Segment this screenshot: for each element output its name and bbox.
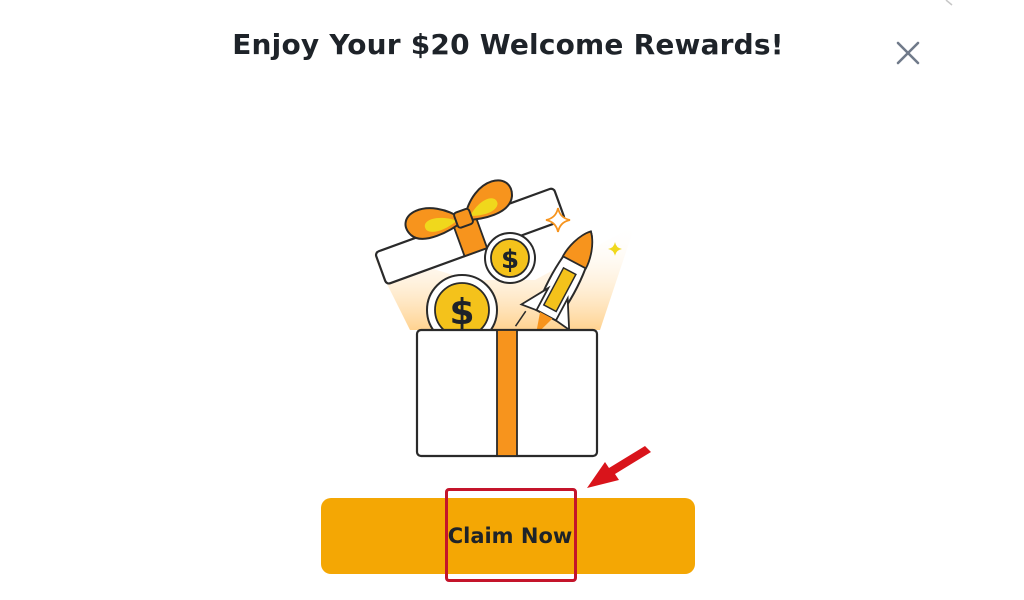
- corner-mark: [945, 0, 953, 6]
- gift-box: [415, 328, 599, 458]
- claim-now-button[interactable]: Claim Now: [321, 498, 695, 574]
- close-button[interactable]: [890, 35, 926, 71]
- dollar-coin-icon: $: [484, 232, 536, 284]
- close-icon[interactable]: [890, 35, 926, 71]
- svg-text:$: $: [449, 292, 474, 333]
- claim-now-label: Claim Now: [447, 524, 573, 548]
- welcome-rewards-dialog: Enjoy Your $20 Welcome Rewards! $ $ Clai…: [0, 0, 1024, 600]
- dialog-title: Enjoy Your $20 Welcome Rewards!: [232, 28, 784, 61]
- gift-lid: [374, 179, 566, 285]
- svg-text:$: $: [501, 245, 519, 275]
- gift-box-illustration: $ $: [370, 179, 635, 458]
